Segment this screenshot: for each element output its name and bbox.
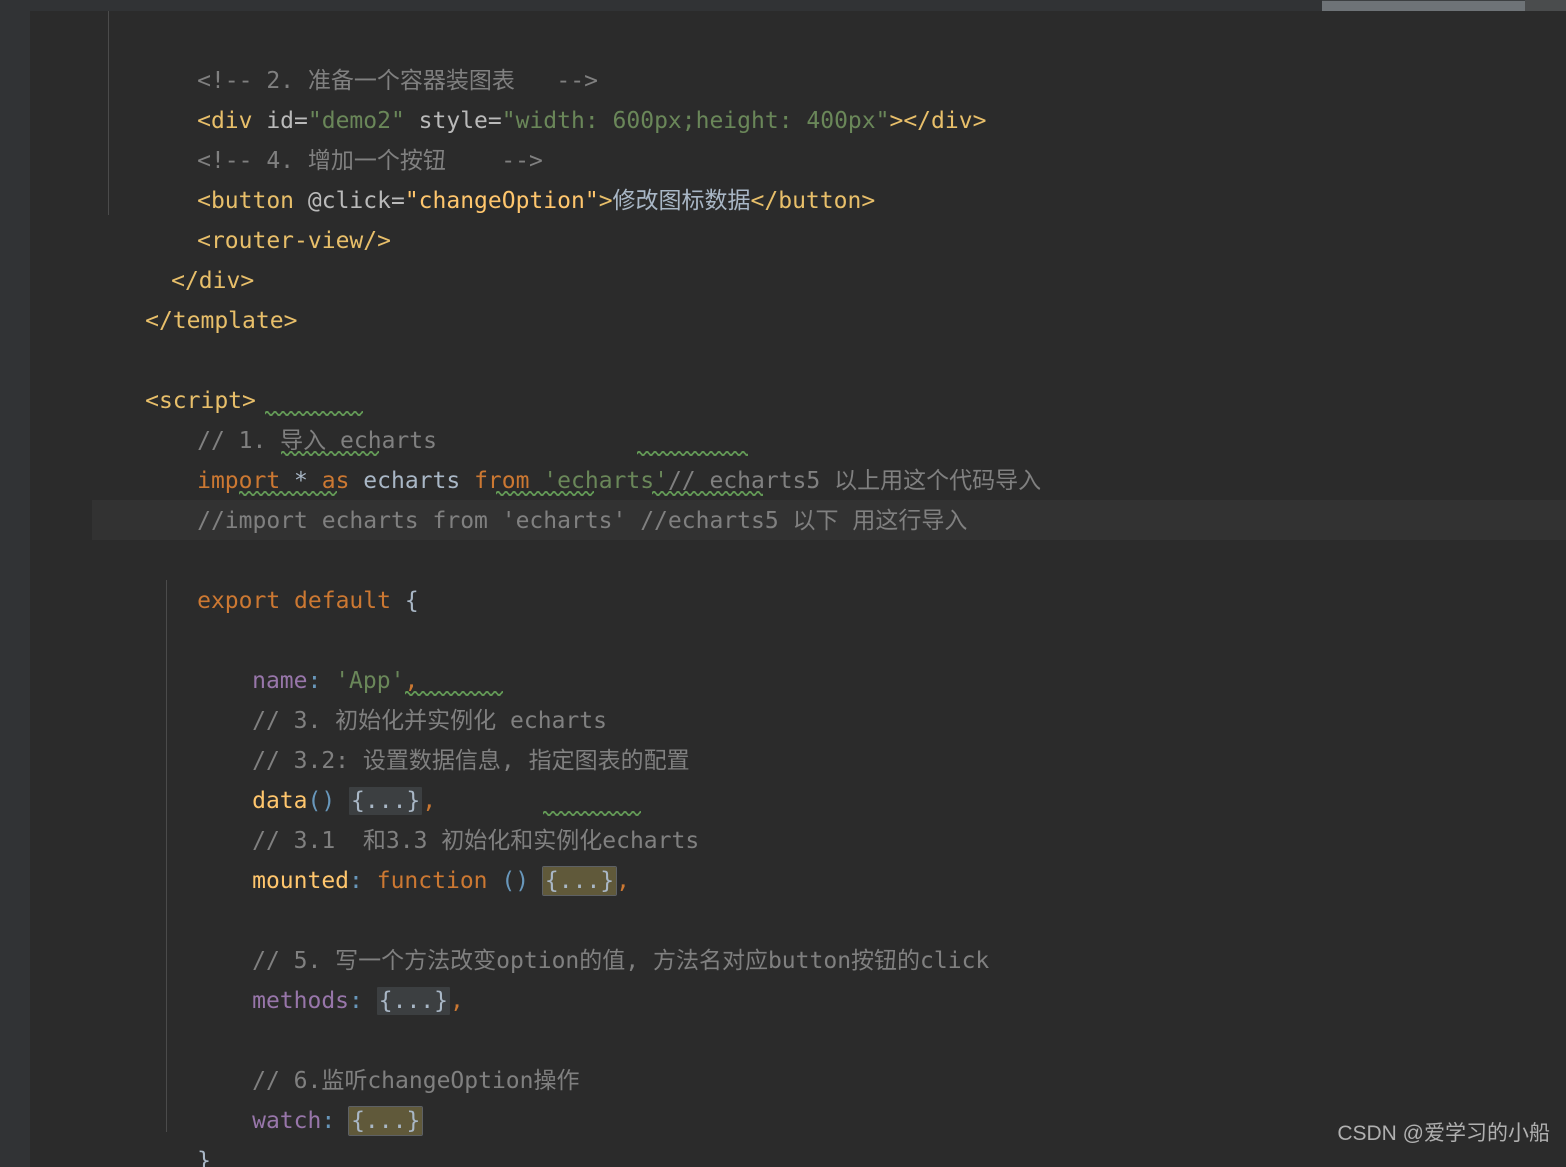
code-token-colon: : [349, 868, 363, 894]
code-token-parens: () [487, 868, 530, 894]
code-line-watch[interactable]: watch: {...} [169, 1061, 424, 1136]
code-token-colon: : [349, 988, 363, 1014]
code-token-comment: //import echarts from 'echarts' //echart… [197, 508, 968, 534]
code-line-mounted[interactable]: mounted: function () {...}, [169, 821, 630, 896]
code-token-property-methods: methods [252, 988, 350, 1014]
code-line-comment-4[interactable]: <!-- 4. 增加一个按钮 --> [114, 101, 543, 174]
code-content[interactable]: <div id="app"> <!-- 2. 准备一个容器装图表 --> <di… [62, 0, 1566, 1167]
horizontal-scrollbar-overlay[interactable] [0, 0, 1566, 11]
editor-gutter[interactable] [0, 0, 92, 1167]
code-line-close-brace[interactable]: } [114, 1101, 211, 1167]
spellcheck-squiggle-echarts-3 [239, 491, 337, 496]
code-line-router-view[interactable]: <router-view/> [114, 181, 391, 254]
code-token-keyword-export: export default [197, 588, 391, 614]
code-line-methods[interactable]: methods: {...}, [169, 941, 464, 1015]
indent-guide-2 [166, 580, 167, 1132]
code-token-keyword-function: function [362, 868, 488, 894]
fold-rail [30, 0, 92, 1167]
spellcheck-squiggle-echarts5-2 [652, 491, 763, 496]
spellcheck-squiggle-echarts-5 [405, 691, 503, 696]
code-line-comment-6[interactable]: // 6.监听changeOption操作 [169, 1021, 579, 1094]
code-line-export-default[interactable]: export default { [114, 541, 419, 614]
code-line-template-close[interactable]: </template> [62, 261, 297, 334]
code-token-property-watch: watch [252, 1108, 322, 1134]
code-token-attr-style-value: "width: 600px;height: 400px" [501, 108, 890, 134]
code-token-tag-gt: > [598, 188, 613, 214]
code-token-button-text: 修改图标数据 [612, 188, 751, 214]
spellcheck-squiggle-echarts-6 [543, 811, 641, 816]
spellcheck-squiggle-echarts-1 [265, 411, 363, 416]
code-token-tag-close: ></div> [889, 108, 987, 134]
code-line-div-demo2[interactable]: <div id="demo2" style="width: 600px;heig… [114, 61, 986, 134]
scrollbar-track-right-overlay[interactable] [1525, 0, 1566, 11]
scrollbar-track-left-overlay[interactable] [0, 0, 1322, 11]
csdn-watermark: CSDN @爱学习的小船 [1337, 1122, 1550, 1145]
code-token-function-mounted: mounted [252, 868, 350, 894]
code-line-name[interactable]: name: 'App', [169, 621, 418, 694]
code-editor[interactable]: <div id="app"> <!-- 2. 准备一个容器装图表 --> <di… [0, 0, 1566, 1167]
code-line-comment-32[interactable]: // 3.2: 设置数据信息, 指定图表的配置 [169, 701, 689, 774]
code-token-tag: </template> [145, 308, 298, 334]
code-line-comment-3[interactable]: // 3. 初始化并实例化 echarts [169, 661, 607, 734]
code-token-colon: : [321, 1108, 336, 1134]
code-line-comment-2[interactable]: <!-- 2. 准备一个容器装图表 --> [114, 21, 598, 94]
spellcheck-squiggle-echarts-4 [496, 491, 594, 496]
code-token-close-brace: } [197, 1148, 211, 1167]
code-token-open-brace: { [390, 588, 419, 614]
code-line-div-close[interactable]: </div> [88, 221, 254, 294]
code-line-data[interactable]: data() {...}, [169, 741, 436, 815]
code-line-button[interactable]: <button @click="changeOption">修改图标数据</bu… [114, 141, 875, 214]
scrollbar-thumb-overlay[interactable] [1322, 1, 1525, 11]
fold-placeholder-methods[interactable]: {...} [376, 987, 450, 1015]
spellcheck-squiggle-echarts5-1 [637, 451, 748, 456]
code-token-attr-click-value: "changeOption" [404, 188, 599, 214]
indent-guide-1 [108, 10, 109, 215]
fold-placeholder-watch[interactable]: {...} [348, 1106, 424, 1136]
code-token-comma: , [616, 868, 631, 894]
spellcheck-squiggle-echarts-2 [281, 451, 379, 456]
code-token-tag-close: </button> [750, 188, 876, 214]
code-line-comment-5[interactable]: // 5. 写一个方法改变option的值, 方法名对应button按钮的cli… [169, 901, 989, 974]
code-token-comma: , [450, 988, 464, 1014]
fold-placeholder-mounted[interactable]: {...} [541, 866, 618, 896]
code-line-import[interactable]: import * as echarts from 'echarts'// ech… [114, 421, 1041, 494]
